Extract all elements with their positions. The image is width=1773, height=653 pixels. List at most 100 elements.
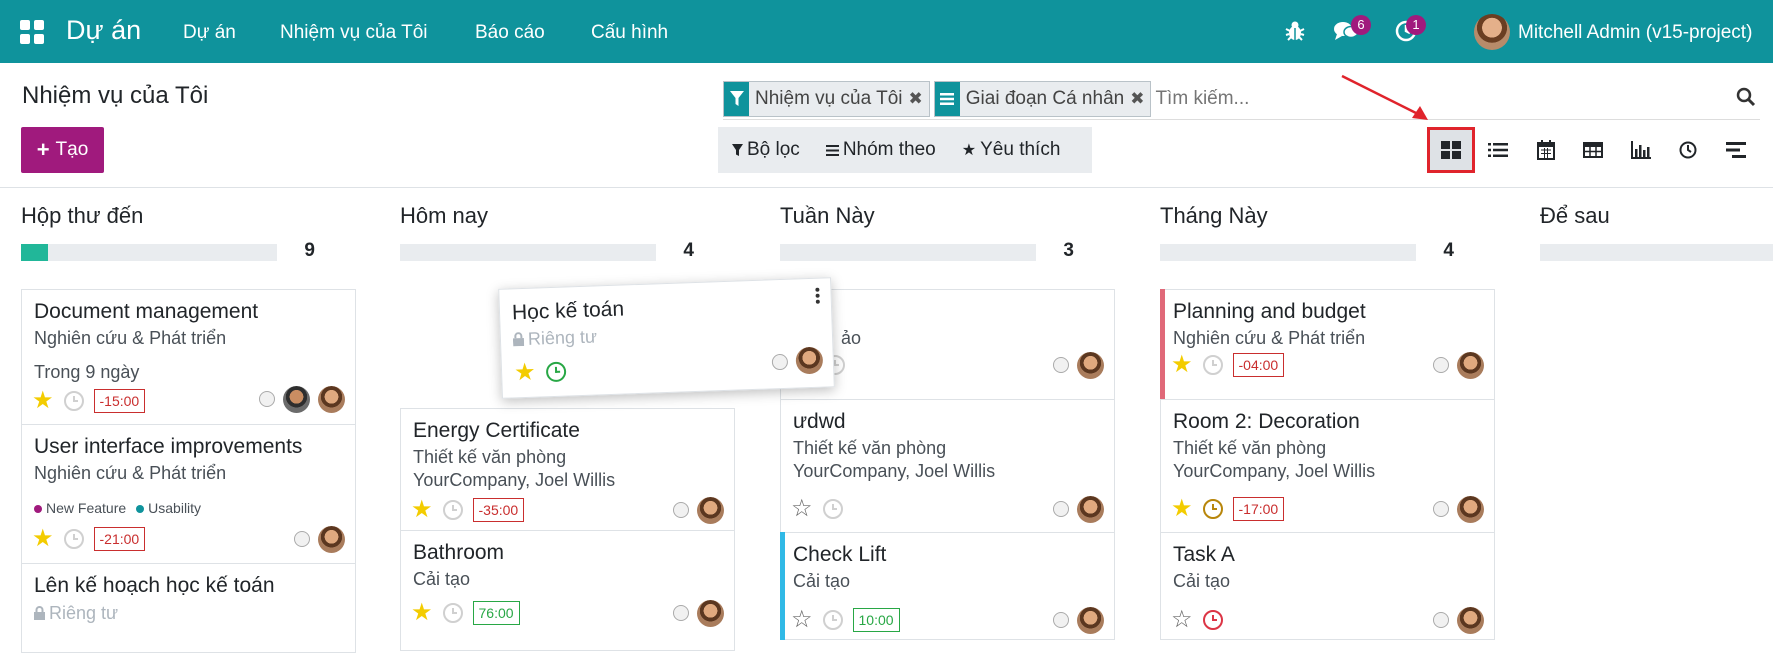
assignee-avatar[interactable] xyxy=(1077,351,1104,379)
kanban-state-toggle[interactable] xyxy=(1433,357,1449,373)
column-progress-bar[interactable] xyxy=(21,244,277,261)
create-button[interactable]: + Tạo xyxy=(21,127,104,173)
user-avatar[interactable] xyxy=(1474,14,1510,50)
filters-button[interactable]: Bộ lọc xyxy=(732,139,800,161)
assignee-avatar[interactable] xyxy=(795,346,824,375)
kanban-view-button[interactable] xyxy=(1427,127,1475,173)
column-title[interactable]: Tuần Này xyxy=(780,203,875,229)
column-title[interactable]: Tháng Này xyxy=(1160,203,1268,229)
assignee-avatar[interactable] xyxy=(1077,495,1104,523)
column-progress-bar[interactable] xyxy=(780,244,1036,261)
priority-star-icon[interactable]: ★ xyxy=(1171,497,1193,521)
activity-clock-icon[interactable] xyxy=(822,499,843,519)
kanban-card[interactable]: User interface improvements Nghiên cứu &… xyxy=(21,424,356,564)
kanban-card[interactable]: Lên kế hoạch học kế toán Riêng tư xyxy=(21,563,356,653)
activity-clock-icon[interactable] xyxy=(1202,499,1223,519)
kanban-card[interactable]: Energy Certificate Thiết kế văn phòng Yo… xyxy=(400,408,735,531)
lock-icon xyxy=(512,332,525,347)
activity-clock-icon[interactable] xyxy=(1202,610,1223,630)
menu-item-configuration[interactable]: Cấu hình xyxy=(591,22,668,44)
assignee-avatar[interactable] xyxy=(318,385,345,413)
assignee-avatar[interactable] xyxy=(1457,495,1484,523)
priority-star-icon[interactable]: ☆ xyxy=(1171,608,1193,632)
gantt-view-button[interactable] xyxy=(1712,127,1760,173)
kanban-card[interactable]: Task A Cải tạo ☆ xyxy=(1160,532,1495,640)
card-dropdown-menu-icon[interactable] xyxy=(814,287,821,305)
kanban-state-toggle[interactable] xyxy=(1433,501,1449,517)
priority-star-icon[interactable]: ★ xyxy=(32,527,54,551)
group-by-button[interactable]: Nhóm theo xyxy=(825,139,936,161)
kanban-card[interactable]: Document management Nghiên cứu & Phát tr… xyxy=(21,289,356,425)
kanban-state-toggle[interactable] xyxy=(1433,612,1449,628)
assignee-avatar[interactable] xyxy=(283,385,310,413)
assignee-avatar[interactable] xyxy=(318,525,345,553)
calendar-view-button[interactable] xyxy=(1522,127,1570,173)
kanban-card[interactable]: Planning and budget Nghiên cứu & Phát tr… xyxy=(1160,289,1495,400)
messages-badge: 6 xyxy=(1351,15,1371,35)
priority-star-icon[interactable]: ★ xyxy=(32,389,54,413)
user-name[interactable]: Mitchell Admin (v15-project) xyxy=(1518,22,1752,44)
card-private-label: Riêng tư xyxy=(512,326,598,350)
column-title[interactable]: Để sau xyxy=(1540,203,1610,229)
kanban-state-toggle[interactable] xyxy=(259,391,275,407)
assignee-avatar[interactable] xyxy=(1077,606,1104,634)
activity-clock-icon[interactable] xyxy=(442,500,463,520)
card-partner: YourCompany, Joel Willis xyxy=(413,470,616,490)
priority-star-icon[interactable]: ★ xyxy=(411,601,433,625)
favorites-button[interactable]: ★ Yêu thích xyxy=(962,139,1061,161)
list-view-button[interactable] xyxy=(1475,127,1523,173)
search-icon[interactable] xyxy=(1736,87,1756,107)
column-progress-bar[interactable] xyxy=(1160,244,1416,261)
assignee-avatar[interactable] xyxy=(1457,606,1484,634)
apps-menu-icon[interactable] xyxy=(20,20,44,44)
priority-star-icon[interactable]: ★ xyxy=(411,498,433,522)
menu-item-reporting[interactable]: Báo cáo xyxy=(475,22,545,44)
activity-clock-icon[interactable] xyxy=(63,529,84,549)
search-facet-filter[interactable]: Nhiệm vụ của Tôi ✖ xyxy=(723,80,930,117)
kanban-state-toggle[interactable] xyxy=(1053,612,1069,628)
assignee-avatar[interactable] xyxy=(1457,351,1484,379)
card-title: Học kế toán xyxy=(511,297,625,325)
activity-clock-icon[interactable] xyxy=(63,391,84,411)
activity-clock-icon[interactable] xyxy=(1202,355,1223,375)
priority-star-icon[interactable]: ☆ xyxy=(791,497,813,521)
activity-view-button[interactable] xyxy=(1665,127,1713,173)
assignee-avatar[interactable] xyxy=(697,599,724,627)
kanban-state-toggle[interactable] xyxy=(294,531,310,547)
dragging-kanban-card[interactable]: Học kế toán Riêng tư ★ xyxy=(498,277,835,399)
debug-bug-icon[interactable] xyxy=(1285,20,1305,48)
kanban-state-toggle[interactable] xyxy=(1053,501,1069,517)
assignee-avatar[interactable] xyxy=(697,496,724,524)
menu-item-my-tasks[interactable]: Nhiệm vụ của Tôi xyxy=(280,22,428,44)
priority-star-icon[interactable]: ★ xyxy=(1171,353,1193,377)
kanban-state-toggle[interactable] xyxy=(771,353,789,370)
kanban-state-toggle[interactable] xyxy=(673,605,689,621)
card-title: Lên kế hoạch học kế toán xyxy=(34,574,275,597)
column-title[interactable]: Hôm nay xyxy=(400,203,488,229)
kanban-card[interactable]: ưdwd Thiết kế văn phòng YourCompany, Joe… xyxy=(780,399,1115,533)
kanban-state-toggle[interactable] xyxy=(1053,357,1069,373)
app-brand[interactable]: Dự án xyxy=(66,15,141,46)
column-progress-bar[interactable] xyxy=(1540,244,1773,261)
pivot-view-button[interactable] xyxy=(1570,127,1618,173)
menu-item-projects[interactable]: Dự án xyxy=(183,22,236,44)
card-title: Energy Certificate xyxy=(413,419,580,442)
priority-star-icon[interactable]: ★ xyxy=(514,359,536,387)
facet-remove-icon[interactable]: ✖ xyxy=(909,82,929,116)
column-title[interactable]: Hộp thư đến xyxy=(21,203,143,229)
graph-view-button[interactable] xyxy=(1617,127,1665,173)
bar-chart-icon xyxy=(1630,141,1651,159)
priority-star-icon[interactable]: ☆ xyxy=(791,608,813,632)
column-progress-bar[interactable] xyxy=(400,244,656,261)
search-facet-groupby[interactable]: Giai đoạn Cá nhân ✖ xyxy=(933,80,1152,117)
top-navbar: Dự án Dự án Nhiệm vụ của Tôi Báo cáo Cấu… xyxy=(0,0,1773,63)
kanban-card[interactable]: Bathroom Cải tạo ★ 76:00 xyxy=(400,530,735,651)
facet-remove-icon[interactable]: ✖ xyxy=(1130,82,1150,116)
activity-clock-icon[interactable] xyxy=(822,610,843,630)
activity-clock-icon[interactable] xyxy=(545,361,566,383)
kanban-card[interactable]: Room 2: Decoration Thiết kế văn phòng Yo… xyxy=(1160,399,1495,533)
activity-clock-icon[interactable] xyxy=(442,603,463,623)
search-input[interactable] xyxy=(1155,80,1760,117)
kanban-card[interactable]: Check Lift Cải tạo ☆ 10:00 xyxy=(780,532,1115,640)
kanban-state-toggle[interactable] xyxy=(673,502,689,518)
